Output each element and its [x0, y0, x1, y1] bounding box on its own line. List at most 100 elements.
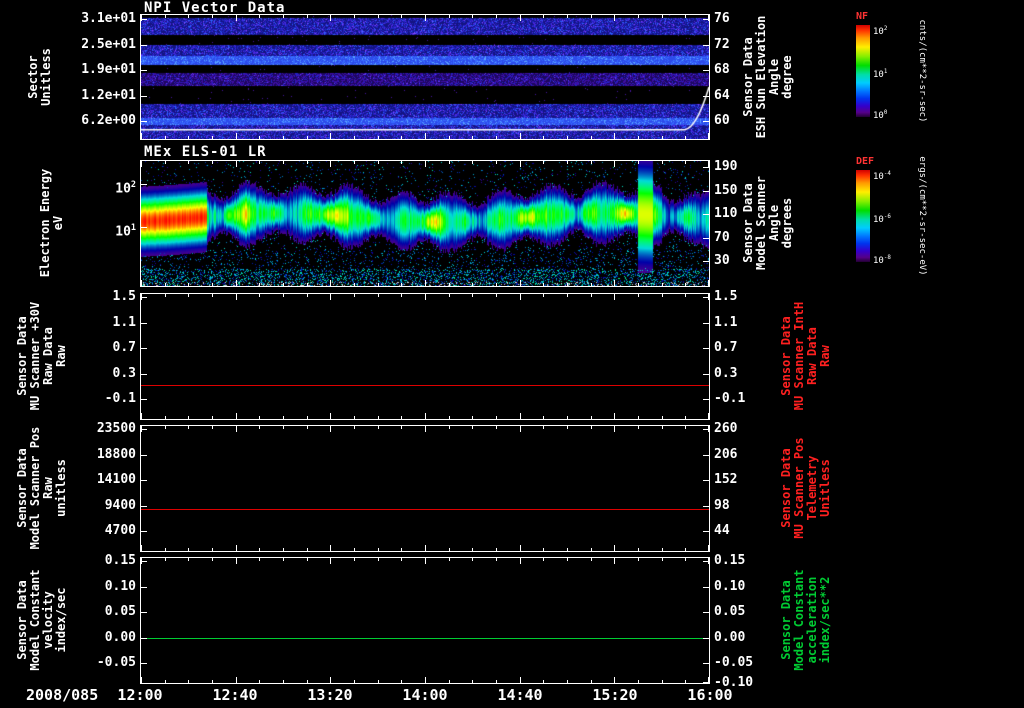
x-minor-tick-mark — [448, 283, 450, 286]
x-minor-tick-mark — [661, 426, 663, 429]
x-minor-tick-mark — [164, 283, 166, 286]
x-tick-mark — [519, 133, 521, 139]
y-tick-mark — [703, 348, 709, 350]
x-minor-tick-mark — [354, 136, 355, 139]
x-minor-tick-mark — [188, 15, 190, 18]
x-tick-mark — [708, 15, 709, 21]
x-tick-mark — [708, 413, 709, 419]
x-minor-tick-mark — [448, 15, 450, 18]
x-minor-tick-mark — [401, 548, 403, 551]
x-tick-mark — [330, 558, 332, 564]
x-minor-tick-mark — [306, 426, 308, 429]
x-minor-tick-mark — [590, 558, 592, 561]
x-minor-tick-mark — [401, 558, 403, 561]
plot-screen: NPI Vector Data MEx ELS-01 LR 3.1e+01 2.5… — [0, 0, 1024, 708]
y-tick-label: 0.3 — [714, 365, 738, 381]
x-minor-tick-mark — [377, 15, 379, 18]
x-minor-tick-mark — [496, 426, 497, 429]
x-minor-tick-mark — [472, 680, 474, 683]
y-tick-mark — [703, 190, 709, 192]
npi-right-axis-title: Sensor Data ESH Sun Elevation Angle degr… — [741, 15, 794, 139]
y-tick-mark — [703, 454, 709, 456]
y-tick-label: 44 — [714, 523, 730, 539]
def-colorbar-units: ergs/(cm**2-sr-sec-eV) — [917, 156, 927, 276]
x-tick-mark — [708, 545, 709, 551]
x-tick-mark — [519, 161, 521, 167]
y-tick-label: 0.05 — [714, 604, 746, 620]
x-axis-tick-label: 12:00 — [117, 686, 163, 704]
x-minor-tick-mark — [685, 136, 687, 139]
x-minor-tick-mark — [685, 548, 687, 551]
x-tick-mark — [235, 280, 237, 286]
x-minor-tick-mark — [472, 136, 474, 139]
x-minor-tick-mark — [306, 283, 308, 286]
x-minor-tick-mark — [188, 426, 190, 429]
x-minor-tick-mark — [259, 136, 261, 139]
x-minor-tick-mark — [283, 426, 284, 429]
y-tick-mark — [141, 480, 147, 482]
x-minor-tick-mark — [259, 161, 261, 164]
x-minor-tick-mark — [638, 294, 639, 297]
x-minor-tick-mark — [212, 283, 213, 286]
x-minor-tick-mark — [188, 136, 190, 139]
x-tick-mark — [519, 280, 521, 286]
x-minor-tick-mark — [212, 161, 213, 164]
scanner-pos-data-line — [141, 508, 709, 510]
x-minor-tick-mark — [661, 548, 663, 551]
x-tick-mark — [141, 280, 142, 286]
x-minor-tick-mark — [377, 294, 379, 297]
x-minor-tick-mark — [661, 416, 663, 419]
x-tick-mark — [425, 413, 426, 419]
x-minor-tick-mark — [590, 548, 592, 551]
x-minor-tick-mark — [661, 558, 663, 561]
x-minor-tick-mark — [188, 283, 190, 286]
x-minor-tick-mark — [543, 294, 545, 297]
y-tick-mark — [703, 531, 709, 533]
x-minor-tick-mark — [306, 548, 308, 551]
mu-scanner-left-axis-title: Sensor Data MU Scanner +30V Raw Data Raw — [15, 301, 68, 411]
els-left-axis-title: Electron Energy eV — [38, 168, 65, 278]
x-axis-tick-label: 15:20 — [592, 686, 638, 704]
y-tick-mark — [141, 586, 147, 588]
y-tick-mark — [141, 454, 147, 456]
nf-colorbar — [856, 25, 870, 117]
x-minor-tick-mark — [567, 294, 568, 297]
x-minor-tick-mark — [685, 680, 687, 683]
x-minor-tick-mark — [354, 283, 355, 286]
x-minor-tick-mark — [472, 416, 474, 419]
x-tick-mark — [235, 426, 237, 432]
x-minor-tick-mark — [354, 294, 355, 297]
y-tick-label: 0.7 — [714, 340, 738, 356]
x-minor-tick-mark — [259, 680, 261, 683]
colorbar-tick-label: 102 — [873, 25, 888, 37]
x-minor-tick-mark — [685, 15, 687, 18]
x-minor-tick-mark — [164, 15, 166, 18]
x-minor-tick-mark — [188, 294, 190, 297]
x-minor-tick-mark — [685, 416, 687, 419]
x-minor-tick-mark — [283, 15, 284, 18]
x-minor-tick-mark — [354, 161, 355, 164]
x-minor-tick-mark — [567, 680, 568, 683]
x-tick-mark — [141, 15, 142, 21]
y-tick-mark — [703, 505, 709, 507]
x-minor-tick-mark — [401, 136, 403, 139]
x-minor-tick-mark — [543, 161, 545, 164]
x-minor-tick-mark — [283, 548, 284, 551]
nf-colorbar-units: cnts/(cm**2-sr-sec) — [917, 19, 927, 123]
x-minor-tick-mark — [496, 416, 497, 419]
x-minor-tick-mark — [567, 548, 568, 551]
x-minor-tick-mark — [283, 680, 284, 683]
y-tick-mark — [703, 637, 709, 639]
x-minor-tick-mark — [377, 426, 379, 429]
x-minor-tick-mark — [685, 161, 687, 164]
x-minor-tick-mark — [685, 283, 687, 286]
x-minor-tick-mark — [164, 558, 166, 561]
x-minor-tick-mark — [496, 558, 497, 561]
y-tick-mark — [703, 214, 709, 216]
x-minor-tick-mark — [283, 558, 284, 561]
x-minor-tick-mark — [212, 416, 213, 419]
x-minor-tick-mark — [496, 15, 497, 18]
def-colorbar-label: DEF — [856, 156, 875, 167]
x-tick-mark — [614, 280, 616, 286]
x-minor-tick-mark — [401, 426, 403, 429]
